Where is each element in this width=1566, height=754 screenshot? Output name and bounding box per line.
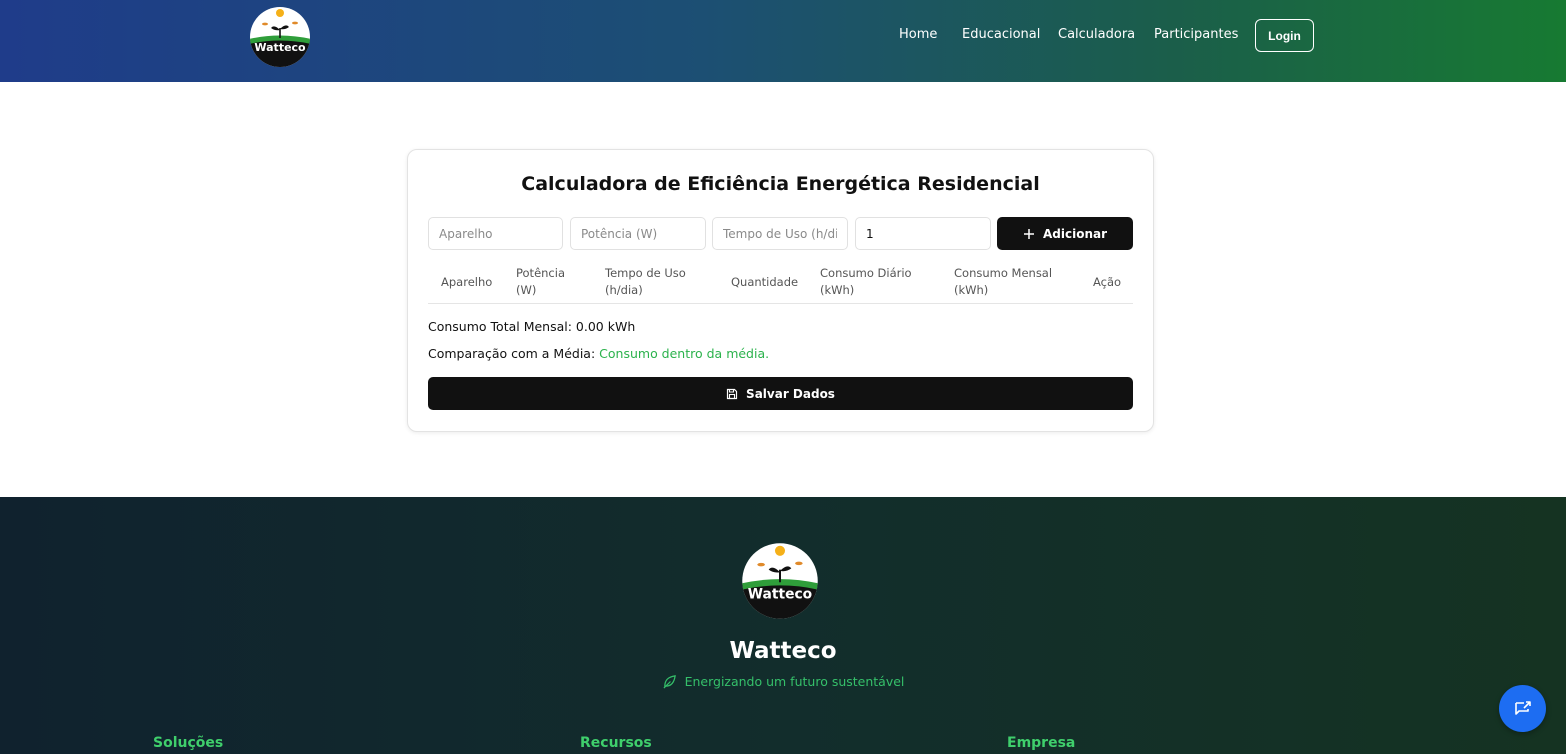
- footer-heading-solucoes: Soluções: [153, 735, 224, 751]
- calculator-card: Calculadora de Eficiência Energética Res…: [407, 149, 1154, 432]
- footer-tagline-text: Energizando um futuro sustentável: [684, 674, 905, 689]
- chat-button[interactable]: [1499, 685, 1546, 732]
- comparison-label: Comparação com a Média:: [428, 346, 596, 361]
- usage-time-input[interactable]: [712, 217, 848, 250]
- footer-heading-recursos: Recursos: [580, 735, 652, 751]
- total-consumption: Consumo Total Mensal: 0.00 kWh: [428, 319, 636, 334]
- footer-watteco-logo: Watteco: [741, 542, 819, 620]
- footer: Watteco Watteco Energizando um futuro su…: [0, 497, 1566, 754]
- devices-table-header: Aparelho Potência (W) Tempo de Uso (h/di…: [428, 262, 1133, 304]
- plus-icon: [1023, 228, 1035, 240]
- comparison-status: Consumo dentro da média.: [599, 346, 770, 361]
- footer-tagline: Energizando um futuro sustentável: [0, 674, 1566, 689]
- save-data-label: Salvar Dados: [746, 386, 835, 401]
- watteco-logo[interactable]: Watteco: [249, 6, 311, 68]
- quantity-input[interactable]: [855, 217, 991, 250]
- login-button[interactable]: Login: [1255, 19, 1314, 52]
- calculator-title: Calculadora de Eficiência Energética Res…: [521, 173, 1040, 195]
- chat-icon: [1513, 699, 1533, 719]
- th-daily-consumption: Consumo Diário (kWh): [820, 266, 912, 297]
- th-usage-time: Tempo de Uso (h/dia): [605, 266, 686, 297]
- nav-calculadora[interactable]: Calculadora: [1058, 27, 1135, 42]
- save-data-button[interactable]: Salvar Dados: [428, 377, 1133, 410]
- add-device-label: Adicionar: [1042, 226, 1108, 241]
- th-quantity: Quantidade: [731, 275, 799, 289]
- average-comparison: Comparação com a Média: Consumo dentro d…: [428, 346, 769, 361]
- footer-brand-name: Watteco: [729, 638, 837, 664]
- nav-home[interactable]: Home: [899, 27, 937, 42]
- footer-heading-empresa: Empresa: [1007, 735, 1076, 751]
- device-input[interactable]: [428, 217, 563, 250]
- add-device-button[interactable]: Adicionar: [997, 217, 1133, 250]
- leaf-icon: [662, 674, 677, 689]
- th-device: Aparelho: [441, 275, 493, 289]
- th-power: Potência (W): [516, 266, 565, 297]
- save-icon: [726, 388, 738, 400]
- th-action: Ação: [1093, 275, 1122, 289]
- svg-text:Watteco: Watteco: [748, 587, 812, 603]
- nav-educacional[interactable]: Educacional: [962, 27, 1040, 42]
- svg-text:Watteco: Watteco: [254, 41, 306, 54]
- top-navbar: Watteco Home Educacional Calculadora Par…: [0, 0, 1566, 82]
- nav-participantes[interactable]: Participantes: [1154, 27, 1238, 42]
- th-monthly-consumption: Consumo Mensal (kWh): [954, 266, 1053, 297]
- power-input[interactable]: [570, 217, 706, 250]
